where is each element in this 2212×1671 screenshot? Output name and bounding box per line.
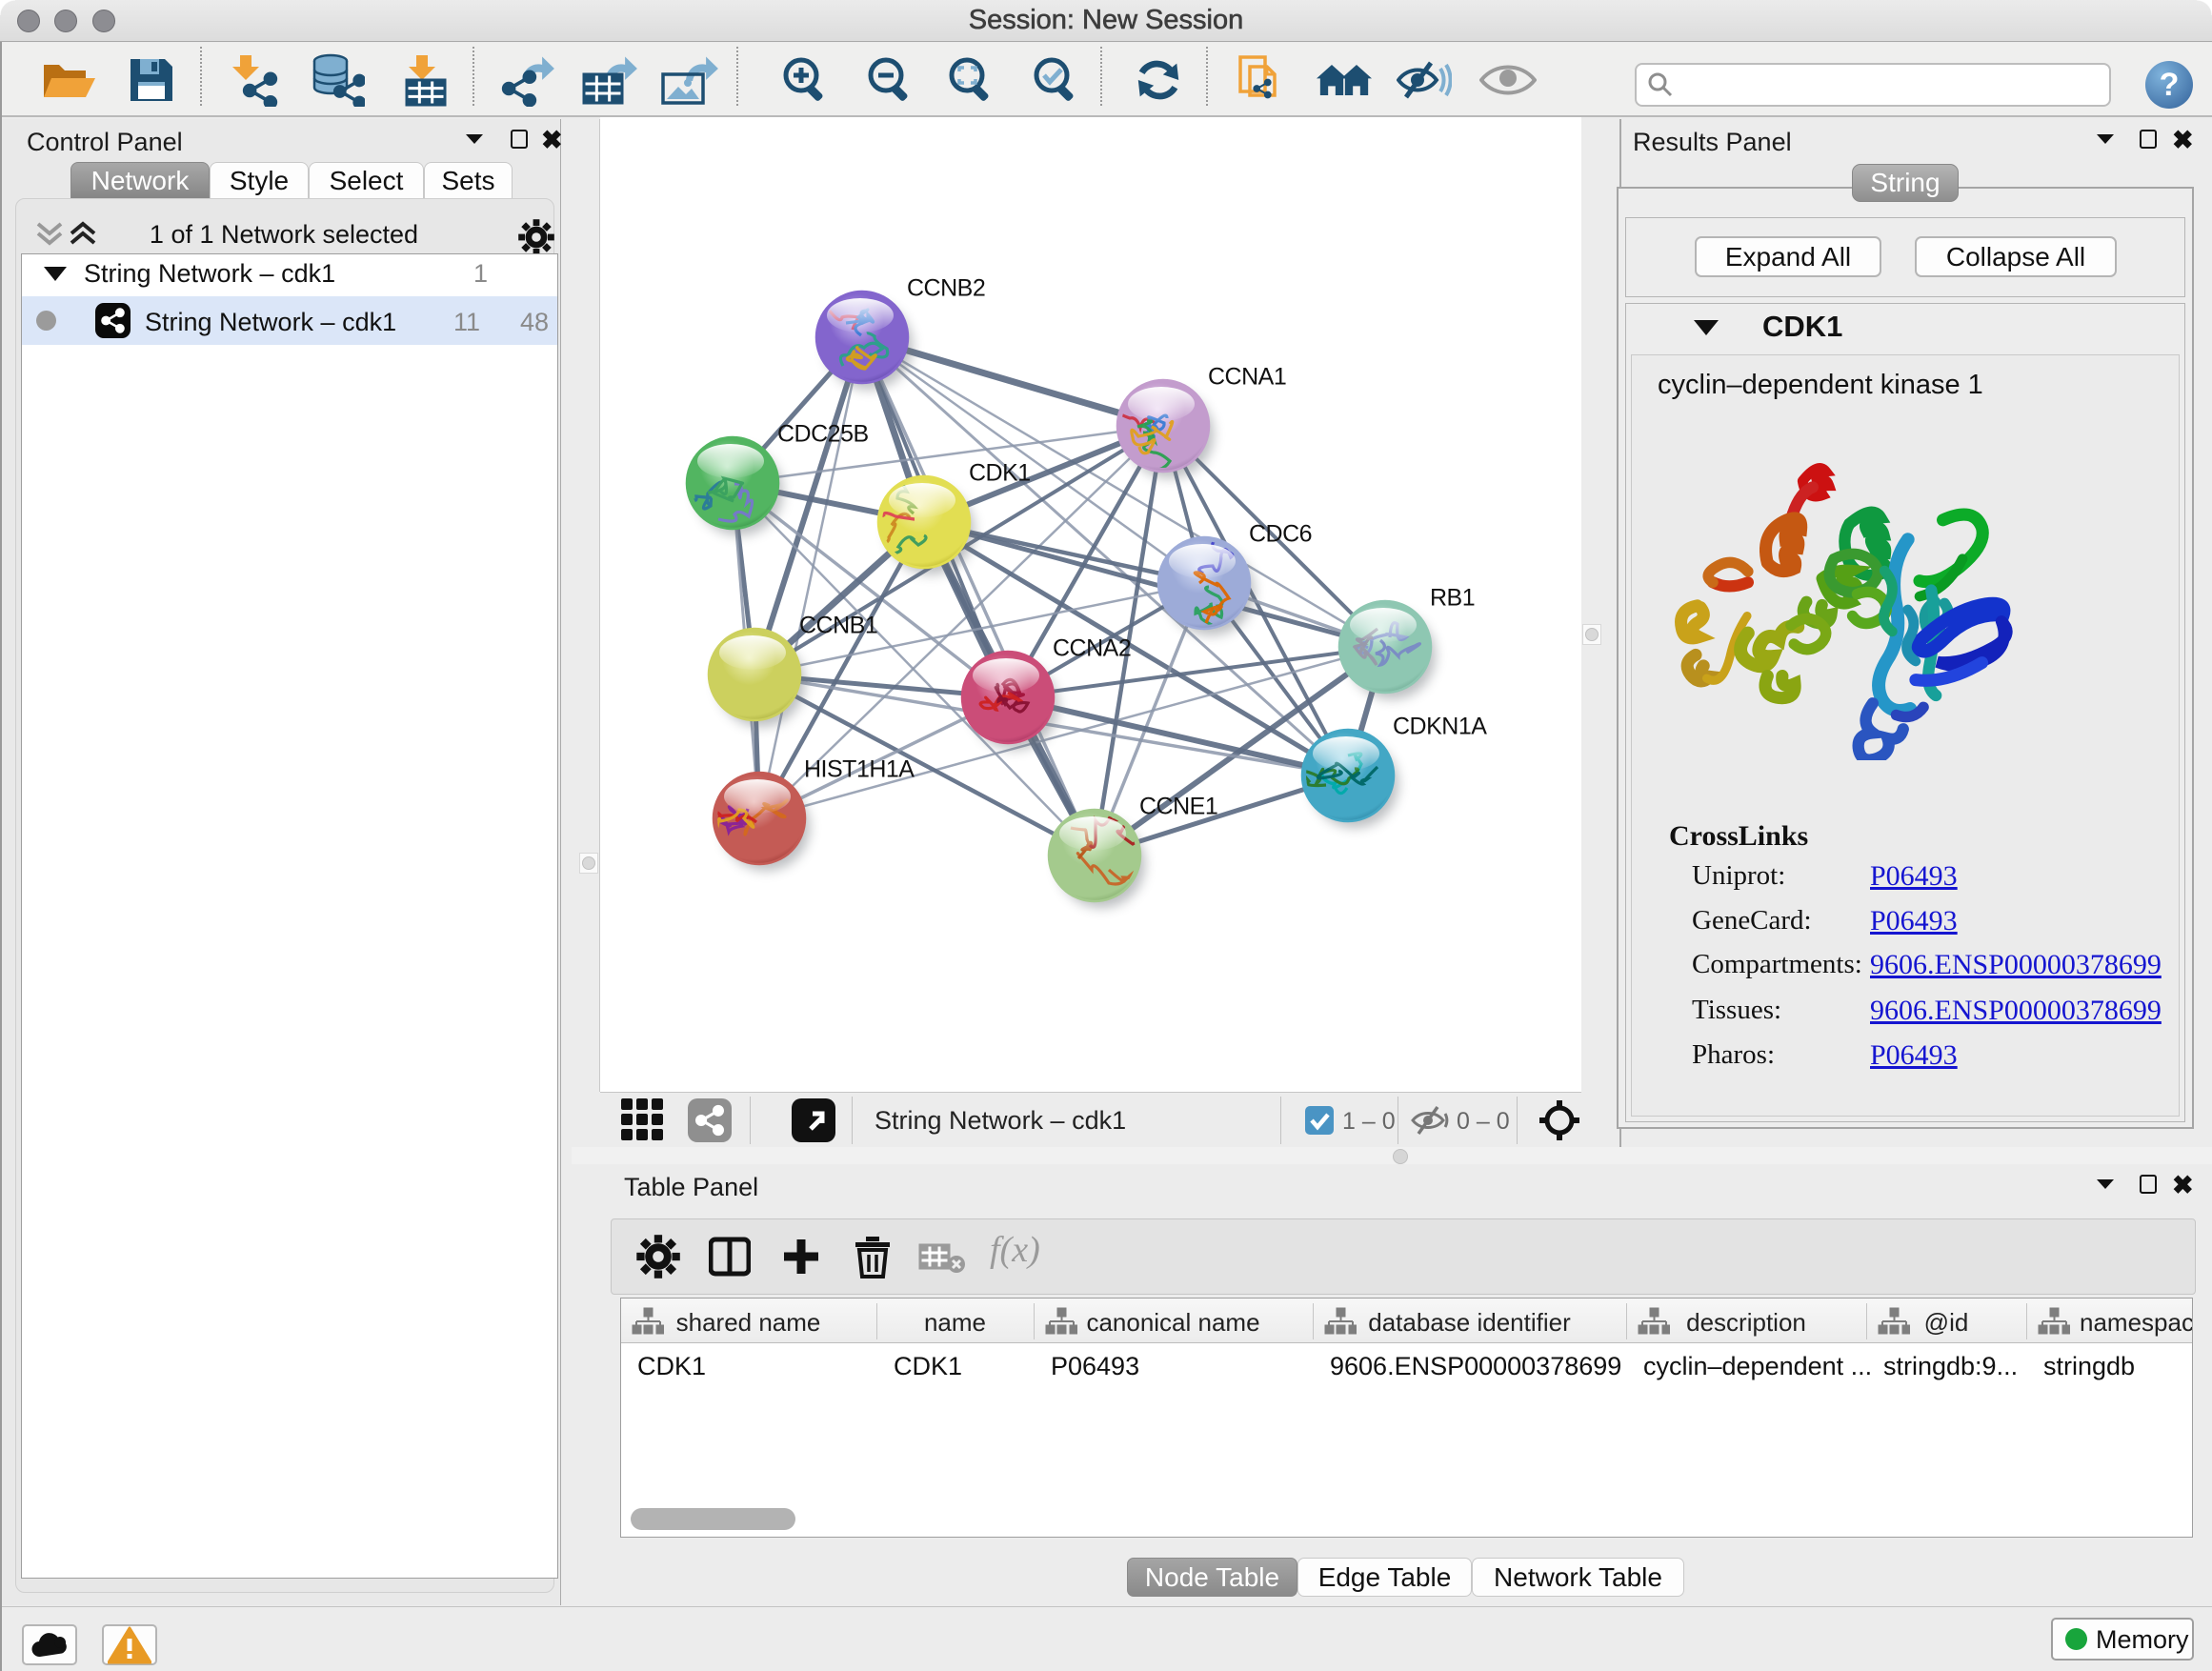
- svg-text:CCNE1: CCNE1: [1139, 794, 1217, 820]
- svg-text:CDC6: CDC6: [1249, 521, 1312, 548]
- svg-text:?: ?: [2160, 67, 2180, 103]
- svg-text:CCNB2: CCNB2: [907, 275, 985, 302]
- svg-text:CCNA2: CCNA2: [1053, 635, 1131, 662]
- svg-text:HIST1H1A: HIST1H1A: [804, 756, 915, 783]
- svg-text:CDK1: CDK1: [969, 460, 1031, 487]
- svg-text:RB1: RB1: [1430, 585, 1475, 612]
- svg-text:CCNB1: CCNB1: [799, 613, 877, 639]
- svg-text:CDKN1A: CDKN1A: [1393, 714, 1487, 740]
- svg-text:CDC25B: CDC25B: [777, 421, 869, 448]
- svg-text:CCNA1: CCNA1: [1208, 364, 1286, 391]
